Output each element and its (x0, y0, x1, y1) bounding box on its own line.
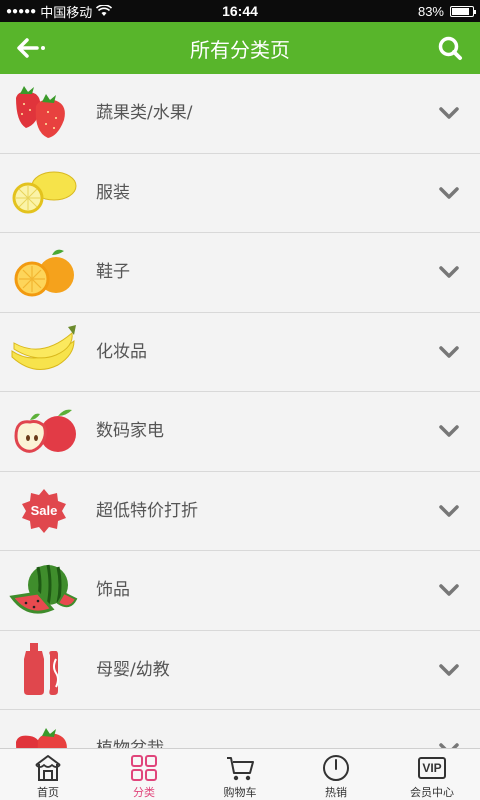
page-title: 所有分类页 (190, 37, 290, 62)
chevron-down-icon[interactable] (438, 659, 460, 681)
vip-icon-text: VIP (418, 757, 446, 779)
chevron-down-icon[interactable] (438, 341, 460, 363)
battery-fill (452, 7, 469, 15)
tab-hot[interactable]: 热销 (288, 749, 384, 800)
category-label: 超低特价打折 (96, 500, 198, 521)
tab-label: 分类 (133, 786, 155, 799)
clock-icon (323, 755, 349, 781)
back-arrow-icon (17, 38, 45, 58)
chevron-down-icon[interactable] (438, 182, 460, 204)
battery-icon (450, 5, 476, 17)
strawberry-icon (16, 728, 67, 748)
category-label: 母婴/幼教 (96, 659, 170, 680)
category-row-electronics[interactable]: 数码家电 (0, 392, 480, 472)
vip-icon: VIP (417, 753, 447, 783)
category-row-shoes[interactable]: 鞋子 (0, 233, 480, 313)
status-bar: ●●●●● 中国移动 16:44 83% (0, 0, 480, 22)
category-row-sale[interactable]: Sale 超低特价打折 (0, 472, 480, 551)
category-row-plants[interactable]: 植物盆栽 (0, 710, 480, 748)
category-label: 植物盆栽 (96, 710, 164, 748)
tab-label: 会员中心 (410, 786, 454, 799)
tab-label: 首页 (37, 786, 59, 799)
category-row-fruits[interactable]: 蔬果类/水果/ (0, 74, 480, 154)
battery-percent: 83% (417, 3, 444, 19)
orange-icon (14, 249, 74, 297)
chevron-down-icon[interactable] (438, 579, 460, 601)
banana-icon (11, 324, 76, 370)
chevron-down-icon[interactable] (438, 102, 460, 124)
sale-badge-icon: Sale (8, 480, 80, 542)
chevron-down-icon[interactable] (438, 500, 460, 522)
category-label: 蔬果类/水果/ (96, 103, 193, 123)
app-header: 所有分类页 (0, 22, 480, 74)
watermelon-icon (9, 564, 78, 614)
chevron-down-icon[interactable] (438, 261, 460, 283)
strawberry-icon (16, 86, 65, 138)
chevron-down-icon[interactable] (438, 420, 460, 442)
category-list: 蔬果类/水果/ 服装 鞋子 化妆品 数码家电 Sale 超低特价打折 饰品 母婴… (0, 74, 480, 748)
clock-time: 16:44 (222, 3, 258, 19)
search-button[interactable] (432, 32, 468, 64)
tab-label: 购物车 (223, 786, 257, 799)
category-row-accessories[interactable]: 饰品 (0, 551, 480, 631)
category-row-cosmetics[interactable]: 化妆品 (0, 313, 480, 392)
cart-icon (227, 757, 254, 781)
category-label: 饰品 (96, 580, 130, 600)
search-icon (438, 36, 462, 60)
category-label: 化妆品 (96, 341, 147, 362)
category-label: 服装 (96, 182, 130, 203)
status-right: 83% (417, 0, 476, 22)
tab-home[interactable]: 首页 (0, 749, 96, 800)
tab-category[interactable]: 分类 (96, 749, 192, 800)
category-row-baby[interactable]: 母婴/幼教 (0, 631, 480, 710)
category-label: 鞋子 (96, 262, 130, 282)
category-row-clothing[interactable]: 服装 (0, 154, 480, 233)
category-grid-icon (131, 755, 157, 781)
tab-label: 热销 (325, 786, 347, 799)
sale-badge-text: Sale (30, 502, 58, 518)
lemon-icon (12, 171, 77, 213)
tab-member[interactable]: VIP 会员中心 (384, 749, 480, 800)
category-label: 数码家电 (96, 421, 164, 441)
ketchup-icon (24, 642, 59, 695)
home-icon (35, 755, 61, 781)
tab-cart[interactable]: 购物车 (192, 749, 288, 800)
back-button[interactable] (12, 32, 52, 64)
apple-icon (14, 409, 76, 453)
bottom-tab-bar: 首页 分类 购物车 热销 VIP 会员中心 (0, 748, 480, 800)
chevron-down-icon[interactable] (438, 738, 460, 748)
